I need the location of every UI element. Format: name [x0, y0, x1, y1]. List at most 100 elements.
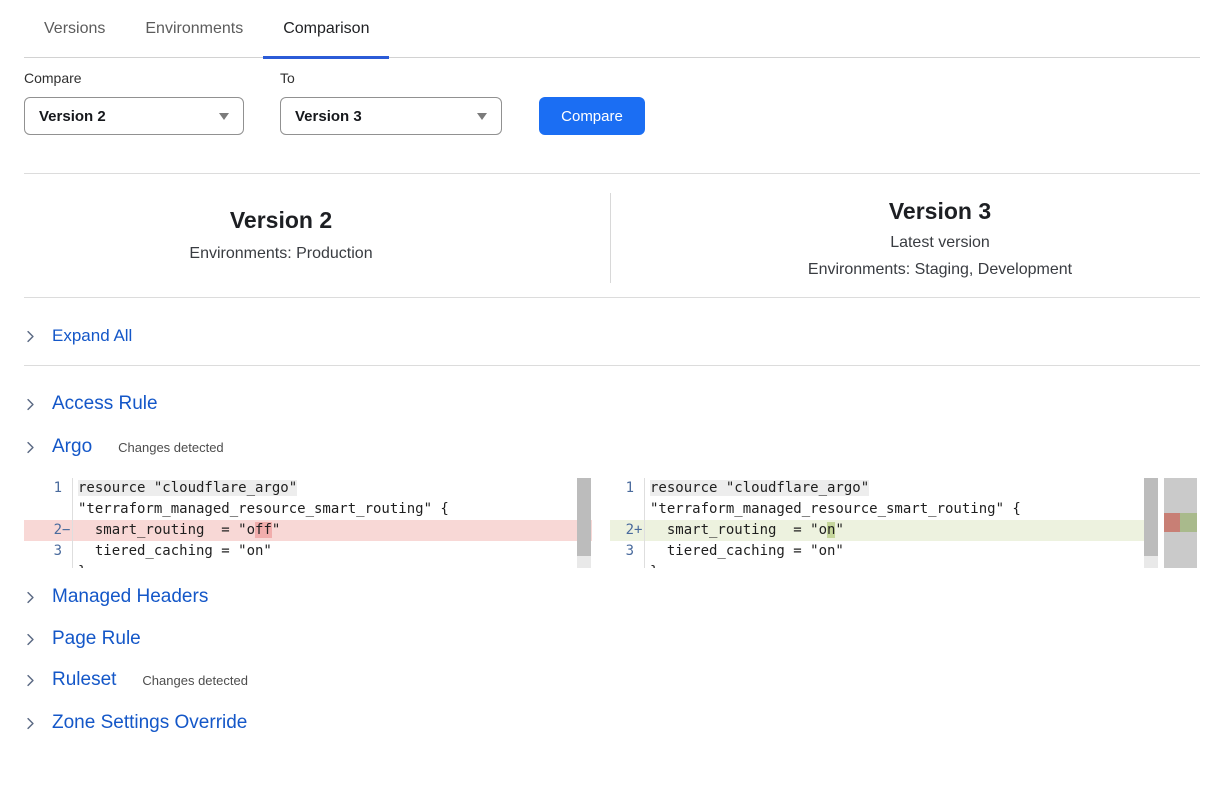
minimap-deletion-marker [1164, 513, 1180, 532]
diff-code: resource "cloudflare_argo" [645, 478, 1158, 499]
version-left-title: Version 2 [24, 205, 538, 235]
version-right-subtitle: Latest version [684, 232, 1196, 253]
code-text: "terraform_managed_resource_smart_routin… [650, 501, 1021, 517]
chevron-right-icon [24, 591, 37, 604]
diff-line-number: 3 [610, 541, 634, 562]
diff-line: "terraform_managed_resource_smart_routin… [24, 499, 592, 520]
diff-line: 3 tiered_caching = "on" [610, 541, 1158, 562]
version-left-environments: Environments: Production [24, 243, 538, 264]
compare-from-value: Version 2 [39, 108, 106, 125]
section-label: Argo [52, 436, 92, 458]
version-header-left: Version 2 Environments: Production [24, 205, 538, 264]
diff-line-added: 2+ smart_routing = "on" [610, 520, 1158, 541]
comparison-page: Versions Environments Comparison Compare… [0, 0, 1224, 788]
code-text: resource "cloudflare_argo" [650, 480, 869, 496]
compare-to-value: Version 3 [295, 108, 362, 125]
section-label: Managed Headers [52, 586, 208, 608]
section-label: Page Rule [52, 628, 141, 650]
code-text: " [272, 522, 280, 538]
diff-line-number [610, 499, 634, 520]
diff-line-number: 1 [24, 478, 62, 499]
diff-code: tiered_caching = "on" [73, 541, 592, 562]
code-text: } [650, 564, 658, 568]
version-right-environments: Environments: Staging, Development [684, 259, 1196, 280]
section-label: Access Rule [52, 393, 158, 415]
chevron-right-icon [24, 441, 37, 454]
code-text: resource "cloudflare_argo" [78, 480, 297, 496]
section-argo[interactable]: Argo Changes detected [24, 434, 224, 460]
diff-line-number: 2 [24, 520, 62, 541]
diff-line-sign [62, 478, 72, 499]
diff-line-sign: − [62, 520, 72, 541]
code-text: " [835, 522, 843, 538]
compare-button[interactable]: Compare [539, 97, 645, 135]
section-label: Zone Settings Override [52, 712, 247, 734]
chevron-right-icon [24, 717, 37, 730]
diff-line: 3 tiered_caching = "on" [24, 541, 592, 562]
diff-line-number: 1 [610, 478, 634, 499]
changes-detected-badge: Changes detected [118, 440, 224, 455]
code-text: tiered_caching = "on" [78, 543, 272, 559]
diff-panel-left[interactable]: 1 resource "cloudflare_argo" "terraform_m… [24, 478, 592, 568]
code-text: } [78, 564, 86, 568]
diff-line-sign [634, 478, 644, 499]
diff-line-sign [62, 499, 72, 520]
version-header-divider [610, 193, 611, 283]
section-access-rule[interactable]: Access Rule [24, 391, 158, 417]
diff-line-sign [634, 541, 644, 562]
tab-versions[interactable]: Versions [24, 0, 125, 57]
diff-line-sign [62, 562, 72, 568]
diff-line-sign [62, 541, 72, 562]
version-right-title: Version 3 [684, 196, 1196, 226]
diff-line-number [24, 562, 62, 568]
scrollbar[interactable] [1144, 478, 1158, 568]
scrollbar-thumb[interactable] [1144, 478, 1158, 556]
diff-line-sign [634, 562, 644, 568]
tab-environments[interactable]: Environments [125, 0, 263, 57]
code-text: smart_routing = "o [78, 522, 255, 538]
diff-line-deleted: 2− smart_routing = "off" [24, 520, 592, 541]
code-text: smart_routing = "o [650, 522, 827, 538]
diff-line-number: 2 [610, 520, 634, 541]
scrollbar-thumb[interactable] [577, 478, 591, 556]
diff-line: } [24, 562, 592, 568]
scrollbar[interactable] [577, 478, 591, 568]
diff-panel-right[interactable]: 1 resource "cloudflare_argo" "terraform_m… [610, 478, 1158, 568]
compare-to-label: To [280, 70, 295, 86]
diff-line-sign [634, 499, 644, 520]
diff-line-number [24, 499, 62, 520]
version-header-right: Version 3 Latest version Environments: S… [684, 196, 1196, 280]
diff-line: } [610, 562, 1158, 568]
code-text: "terraform_managed_resource_smart_routin… [78, 501, 449, 517]
dropdown-caret-icon [477, 113, 487, 120]
changes-detected-badge: Changes detected [142, 673, 248, 688]
compare-from-select[interactable]: Version 2 [24, 97, 244, 135]
chevron-right-icon [24, 330, 37, 343]
tab-comparison[interactable]: Comparison [263, 0, 389, 57]
expand-all-label: Expand All [52, 326, 132, 346]
diff-line-number: 3 [24, 541, 62, 562]
expand-all-button[interactable]: Expand All [24, 323, 132, 349]
minimap-addition-marker [1180, 513, 1197, 532]
chevron-right-icon [24, 398, 37, 411]
code-text: tiered_caching = "on" [650, 543, 844, 559]
diff-code: resource "cloudflare_argo" [73, 478, 592, 499]
section-managed-headers[interactable]: Managed Headers [24, 584, 208, 610]
divider [24, 297, 1200, 298]
section-ruleset[interactable]: Ruleset Changes detected [24, 667, 248, 693]
diff-line-number [610, 562, 634, 568]
diff-code: smart_routing = "on" [645, 520, 1158, 541]
diff-code: tiered_caching = "on" [645, 541, 1158, 562]
compare-from-label: Compare [24, 70, 82, 86]
section-zone-settings-override[interactable]: Zone Settings Override [24, 710, 247, 736]
diff-line-sign: + [634, 520, 644, 541]
dropdown-caret-icon [219, 113, 229, 120]
divider [24, 173, 1200, 174]
compare-to-select[interactable]: Version 3 [280, 97, 502, 135]
diff-code: "terraform_managed_resource_smart_routin… [73, 499, 592, 520]
section-page-rule[interactable]: Page Rule [24, 626, 141, 652]
diff-line: 1 resource "cloudflare_argo" [24, 478, 592, 499]
code-mark: ff [255, 522, 272, 538]
diff-overview-minimap [1164, 478, 1197, 568]
diff-code: "terraform_managed_resource_smart_routin… [645, 499, 1158, 520]
